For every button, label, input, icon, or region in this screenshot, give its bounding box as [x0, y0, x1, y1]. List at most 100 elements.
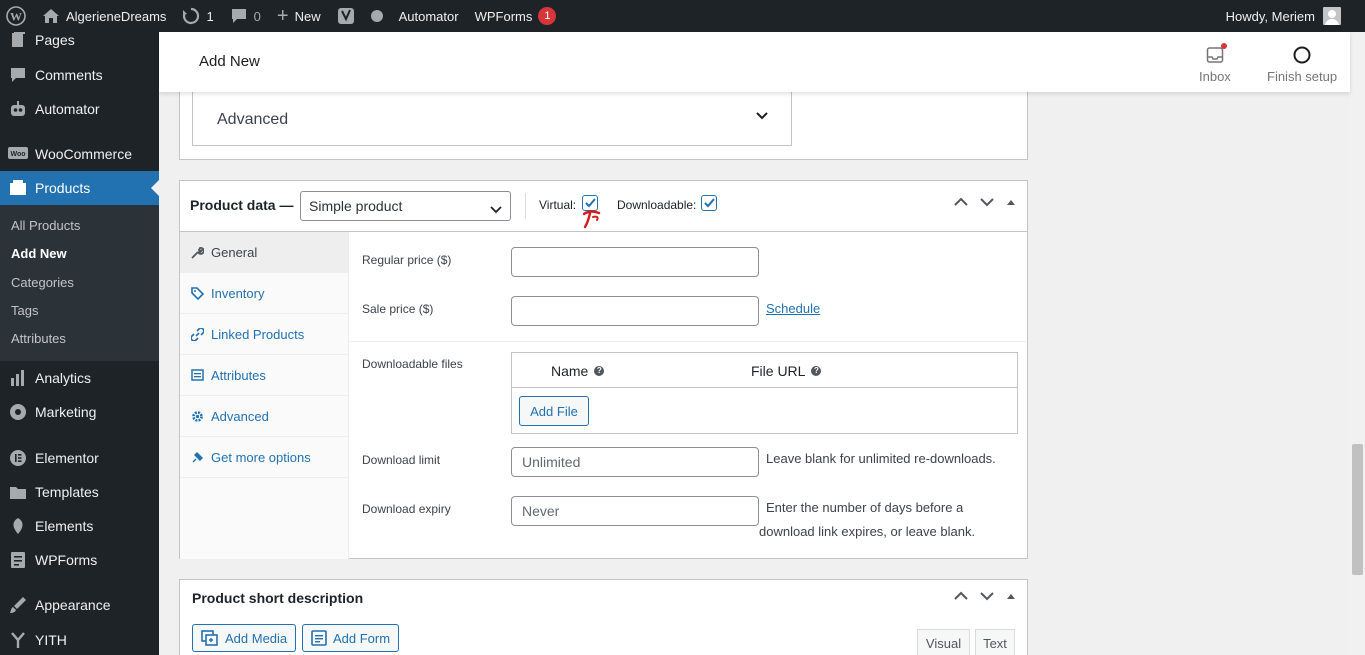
gear-icon [191, 410, 211, 423]
finish-setup-button[interactable]: Finish setup [1267, 44, 1337, 84]
add-form-label: Add Form [333, 630, 391, 646]
tab-label: General [211, 244, 258, 260]
download-limit-hint: Leave blank for unlimited re-downloads. [766, 451, 996, 466]
wpforms-link[interactable]: WPForms 1 [467, 0, 565, 32]
collapse-toggle-icon[interactable] [1005, 592, 1017, 600]
tab-text[interactable]: Text [975, 629, 1015, 655]
woocommerce-icon: Woo [0, 147, 35, 161]
wpforms-icon [0, 551, 35, 569]
tab-attributes[interactable]: Attributes [180, 355, 349, 396]
sidebar-item-yith[interactable]: YITH [0, 623, 159, 655]
my-account[interactable]: Howdy, Meriem [1226, 0, 1341, 32]
sidebar-item-wpforms[interactable]: WPForms [0, 543, 159, 577]
move-down-icon[interactable] [979, 591, 995, 601]
panel-handle-buttons [953, 197, 1017, 207]
product-type-select[interactable]: Simple product [300, 191, 511, 221]
regular-price-input[interactable] [511, 247, 759, 277]
sidebar-item-label: Automator [35, 101, 100, 117]
submenu-add-new[interactable]: Add New [11, 246, 67, 261]
help-icon[interactable]: ? [594, 366, 605, 376]
move-up-icon[interactable] [953, 591, 969, 601]
products-icon [0, 180, 35, 196]
panel-handle-buttons [953, 591, 1017, 601]
downloadable-files-label: Downloadable files [362, 357, 463, 371]
tab-advanced[interactable]: Advanced [180, 396, 349, 437]
comments-icon [0, 67, 35, 83]
marketing-icon [0, 403, 35, 421]
advanced-section[interactable]: Advanced [192, 88, 792, 146]
add-file-button[interactable]: Add File [519, 396, 589, 426]
tab-label: Attributes [211, 367, 266, 383]
sidebar-item-analytics[interactable]: Analytics [0, 361, 159, 395]
inbox-icon [1206, 43, 1227, 66]
regular-price-label: Regular price ($) [362, 253, 452, 267]
schedule-link[interactable]: Schedule [766, 301, 820, 316]
sale-price-label: Sale price ($) [362, 302, 434, 316]
table-header: Name ? File URL ? [512, 353, 1017, 388]
sidebar-item-pages[interactable]: Pages [0, 32, 159, 57]
tab-inventory[interactable]: Inventory [180, 273, 349, 314]
status-dot-icon [363, 0, 391, 32]
sidebar-item-automator[interactable]: Automator [0, 92, 159, 126]
sale-price-input[interactable] [511, 296, 759, 326]
automator-link[interactable]: Automator [391, 0, 467, 32]
sidebar-item-elements[interactable]: Elements [0, 509, 159, 543]
inbox-button[interactable]: Inbox [1199, 43, 1231, 84]
form-icon [311, 630, 333, 646]
help-icon[interactable]: ? [811, 366, 822, 376]
product-data-title: Product data — [190, 197, 294, 213]
wpforms-label: WPForms [474, 8, 533, 24]
new-content-link[interactable]: + New [269, 0, 329, 32]
add-media-button[interactable]: Add Media [192, 624, 297, 652]
page-scrollbar[interactable] [1350, 32, 1365, 655]
comments-link[interactable]: 0 [222, 0, 269, 32]
download-expiry-input[interactable] [511, 496, 759, 526]
product-type-value: Simple product [309, 198, 403, 214]
sidebar-item-marketing[interactable]: Marketing [0, 395, 159, 429]
new-label: New [294, 8, 321, 24]
yoast-icon[interactable] [329, 0, 363, 32]
sidebar-item-elementor[interactable]: Elementor [0, 441, 159, 475]
tab-get-more-options[interactable]: Get more options [180, 437, 349, 478]
add-form-button[interactable]: Add Form [302, 624, 400, 652]
yith-icon [0, 631, 35, 649]
tab-general[interactable]: General [180, 232, 349, 273]
sidebar-item-appearance[interactable]: Appearance [0, 588, 159, 622]
sidebar-item-products[interactable]: Products [0, 171, 159, 205]
submenu-attributes[interactable]: Attributes [11, 331, 66, 346]
appearance-icon [0, 596, 35, 614]
tab-visual[interactable]: Visual [917, 629, 970, 655]
avatar [1323, 7, 1341, 25]
updates-link[interactable]: 1 [174, 0, 221, 32]
sidebar-item-label: Templates [35, 484, 99, 500]
downloadable-checkbox[interactable] [701, 195, 717, 211]
updates-count: 1 [206, 8, 214, 24]
plus-icon: + [276, 5, 289, 27]
submenu-tags[interactable]: Tags [11, 303, 38, 318]
updates-icon [182, 7, 200, 25]
tab-linked-products[interactable]: Linked Products [180, 314, 349, 355]
download-limit-label: Download limit [362, 453, 441, 467]
download-limit-input[interactable] [511, 447, 759, 477]
scrollbar-thumb[interactable] [1352, 444, 1363, 575]
chevron-down-icon [490, 201, 502, 217]
collapse-toggle-icon[interactable] [1005, 198, 1017, 206]
woocommerce-header: Add New Inbox Finish setup [159, 32, 1350, 92]
page-title: Add New [199, 53, 260, 70]
sidebar-item-comments[interactable]: Comments [0, 58, 159, 92]
home-icon [42, 8, 60, 24]
admin-bar: W AlgerieneDreams 1 0 + New Automator WP… [0, 0, 1365, 32]
sidebar-item-woocommerce[interactable]: Woo WooCommerce [0, 137, 159, 171]
comment-icon [230, 8, 248, 24]
sidebar-item-label: WPForms [35, 552, 98, 568]
submenu-all-products[interactable]: All Products [11, 218, 80, 233]
chevron-down-icon[interactable] [755, 111, 769, 121]
wrench-icon [191, 246, 211, 259]
progress-circle-icon [1292, 44, 1312, 66]
move-up-icon[interactable] [953, 197, 969, 207]
submenu-categories[interactable]: Categories [11, 275, 74, 290]
sidebar-item-templates[interactable]: Templates [0, 475, 159, 509]
move-down-icon[interactable] [979, 197, 995, 207]
wordpress-logo-icon[interactable]: W [0, 0, 32, 32]
site-name-link[interactable]: AlgerieneDreams [32, 0, 174, 32]
